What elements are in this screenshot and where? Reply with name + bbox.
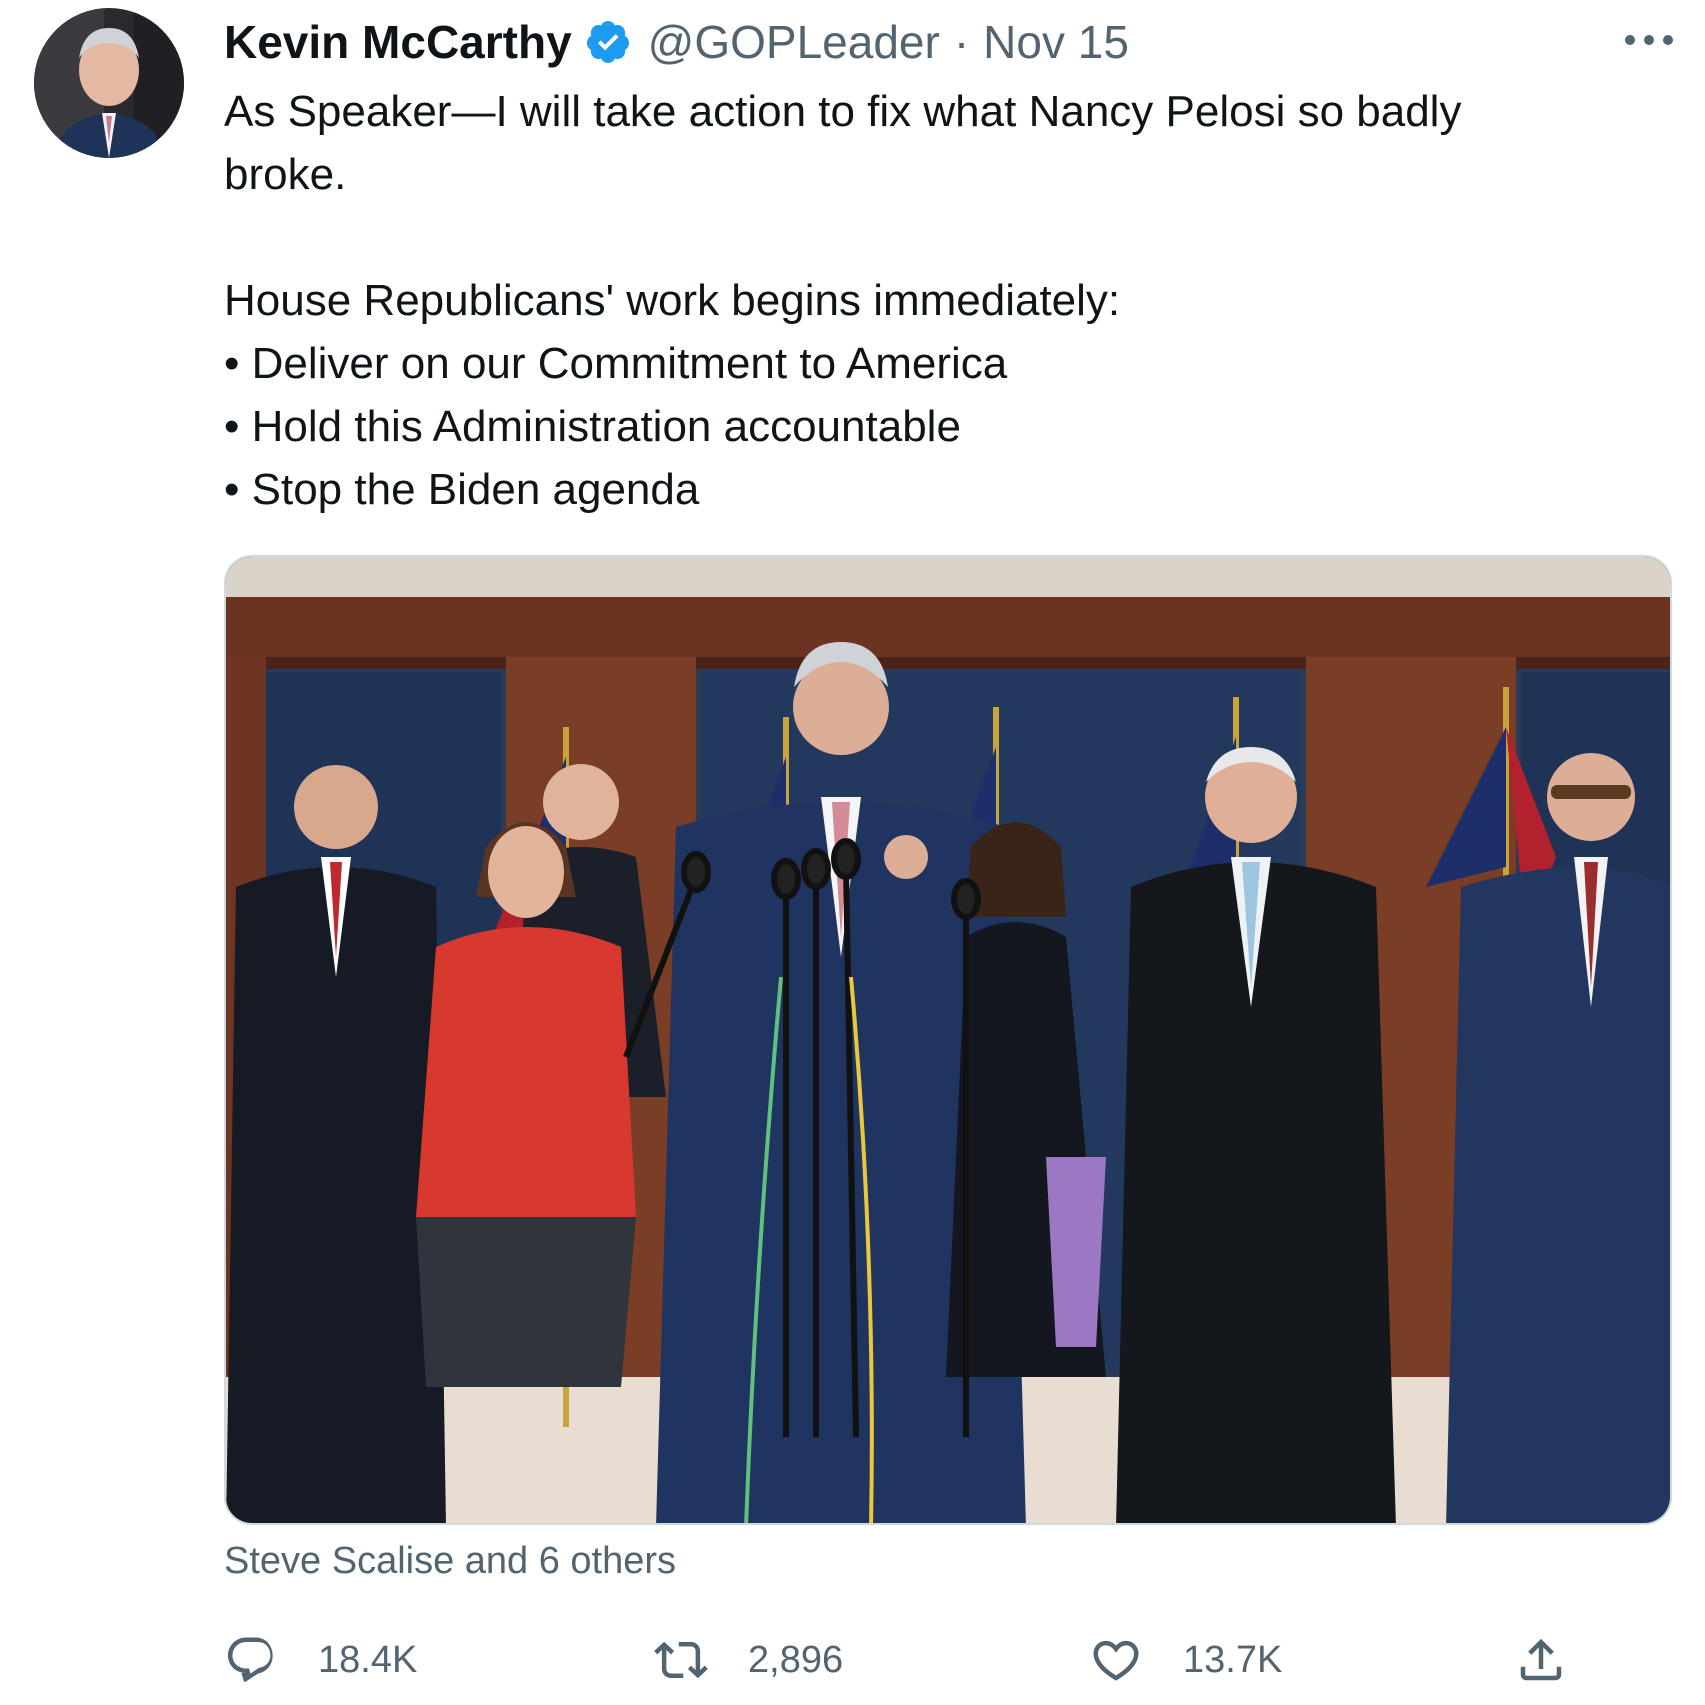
heart-icon xyxy=(1093,1640,1139,1681)
tweet-text-line: House Republicans' work begins immediate… xyxy=(224,276,1121,325)
tweet-text-blank-line xyxy=(224,206,1664,269)
tweet-actions-bar: 18.4K 2,896 13.7K xyxy=(224,1630,1672,1690)
retweet-icon xyxy=(654,1641,708,1679)
like-button[interactable]: 13.7K xyxy=(1089,1630,1282,1690)
tweet-text-line: As Speaker—I will take action to fix wha… xyxy=(224,87,1462,136)
author-avatar[interactable] xyxy=(34,8,184,158)
press-conference-photo xyxy=(226,557,1670,1523)
author-handle[interactable]: @GOPLeader xyxy=(648,15,940,69)
more-dots-icon[interactable] xyxy=(1618,20,1680,60)
retweet-count: 2,896 xyxy=(748,1638,844,1681)
author-name[interactable]: Kevin McCarthy xyxy=(224,15,572,69)
reply-count: 18.4K xyxy=(318,1638,418,1681)
tweet-date[interactable]: Nov 15 xyxy=(983,15,1129,69)
like-count: 13.7K xyxy=(1183,1638,1283,1681)
verified-badge-icon xyxy=(586,21,629,63)
avatar-photo xyxy=(34,8,184,158)
tweet-text-bullet: • Hold this Administration accountable xyxy=(224,402,961,451)
tweet-text: As Speaker—I will take action to fix wha… xyxy=(224,80,1664,521)
reply-button[interactable]: 18.4K xyxy=(224,1630,417,1690)
header-separator: · xyxy=(953,16,970,68)
tagged-users-link[interactable]: Steve Scalise and 6 others xyxy=(224,1540,676,1583)
tweet-media-photo[interactable] xyxy=(224,555,1672,1525)
retweet-button[interactable]: 2,896 xyxy=(654,1630,843,1690)
tweet-text-bullet: • Deliver on our Commitment to America xyxy=(224,339,1008,388)
share-icon xyxy=(1520,1638,1562,1681)
tweet-text-bullet: • Stop the Biden agenda xyxy=(224,465,700,514)
tweet-header: Kevin McCarthy @GOPLeader · Nov 15 xyxy=(224,14,1129,70)
reply-icon xyxy=(227,1637,273,1682)
share-button[interactable] xyxy=(1514,1630,1568,1690)
tweet-text-line: broke. xyxy=(224,150,347,199)
